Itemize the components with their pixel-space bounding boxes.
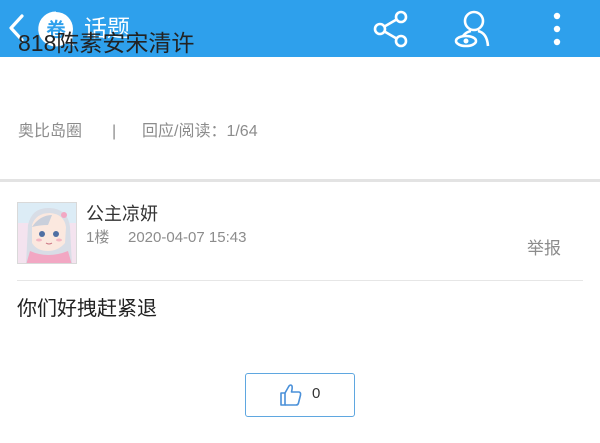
floor-number: 1楼: [86, 229, 110, 246]
post-divider: [17, 280, 583, 281]
share-icon[interactable]: [370, 8, 412, 50]
thumbs-up-icon: [279, 383, 303, 407]
report-button[interactable]: 举报: [527, 237, 561, 261]
profile-icon[interactable]: [452, 8, 494, 50]
topic-title: 818陈素安宋清许: [18, 30, 195, 56]
like-count: 0: [312, 385, 321, 402]
more-vertical-icon[interactable]: [536, 8, 578, 50]
avatar[interactable]: [17, 202, 77, 264]
post-timestamp: 2020-04-07 15:43: [128, 229, 247, 246]
like-button[interactable]: 0: [245, 373, 355, 417]
circle-link[interactable]: 奥比岛圈: [18, 121, 82, 143]
post-content: 你们好拽赶紧退: [17, 298, 157, 320]
author-name[interactable]: 公主凉妍: [86, 201, 158, 227]
section-divider: [0, 179, 600, 182]
reply-read-stats: 回应/阅读：1/64: [142, 123, 258, 140]
meta-separator: |: [112, 123, 117, 140]
topic-header: [0, 57, 600, 179]
